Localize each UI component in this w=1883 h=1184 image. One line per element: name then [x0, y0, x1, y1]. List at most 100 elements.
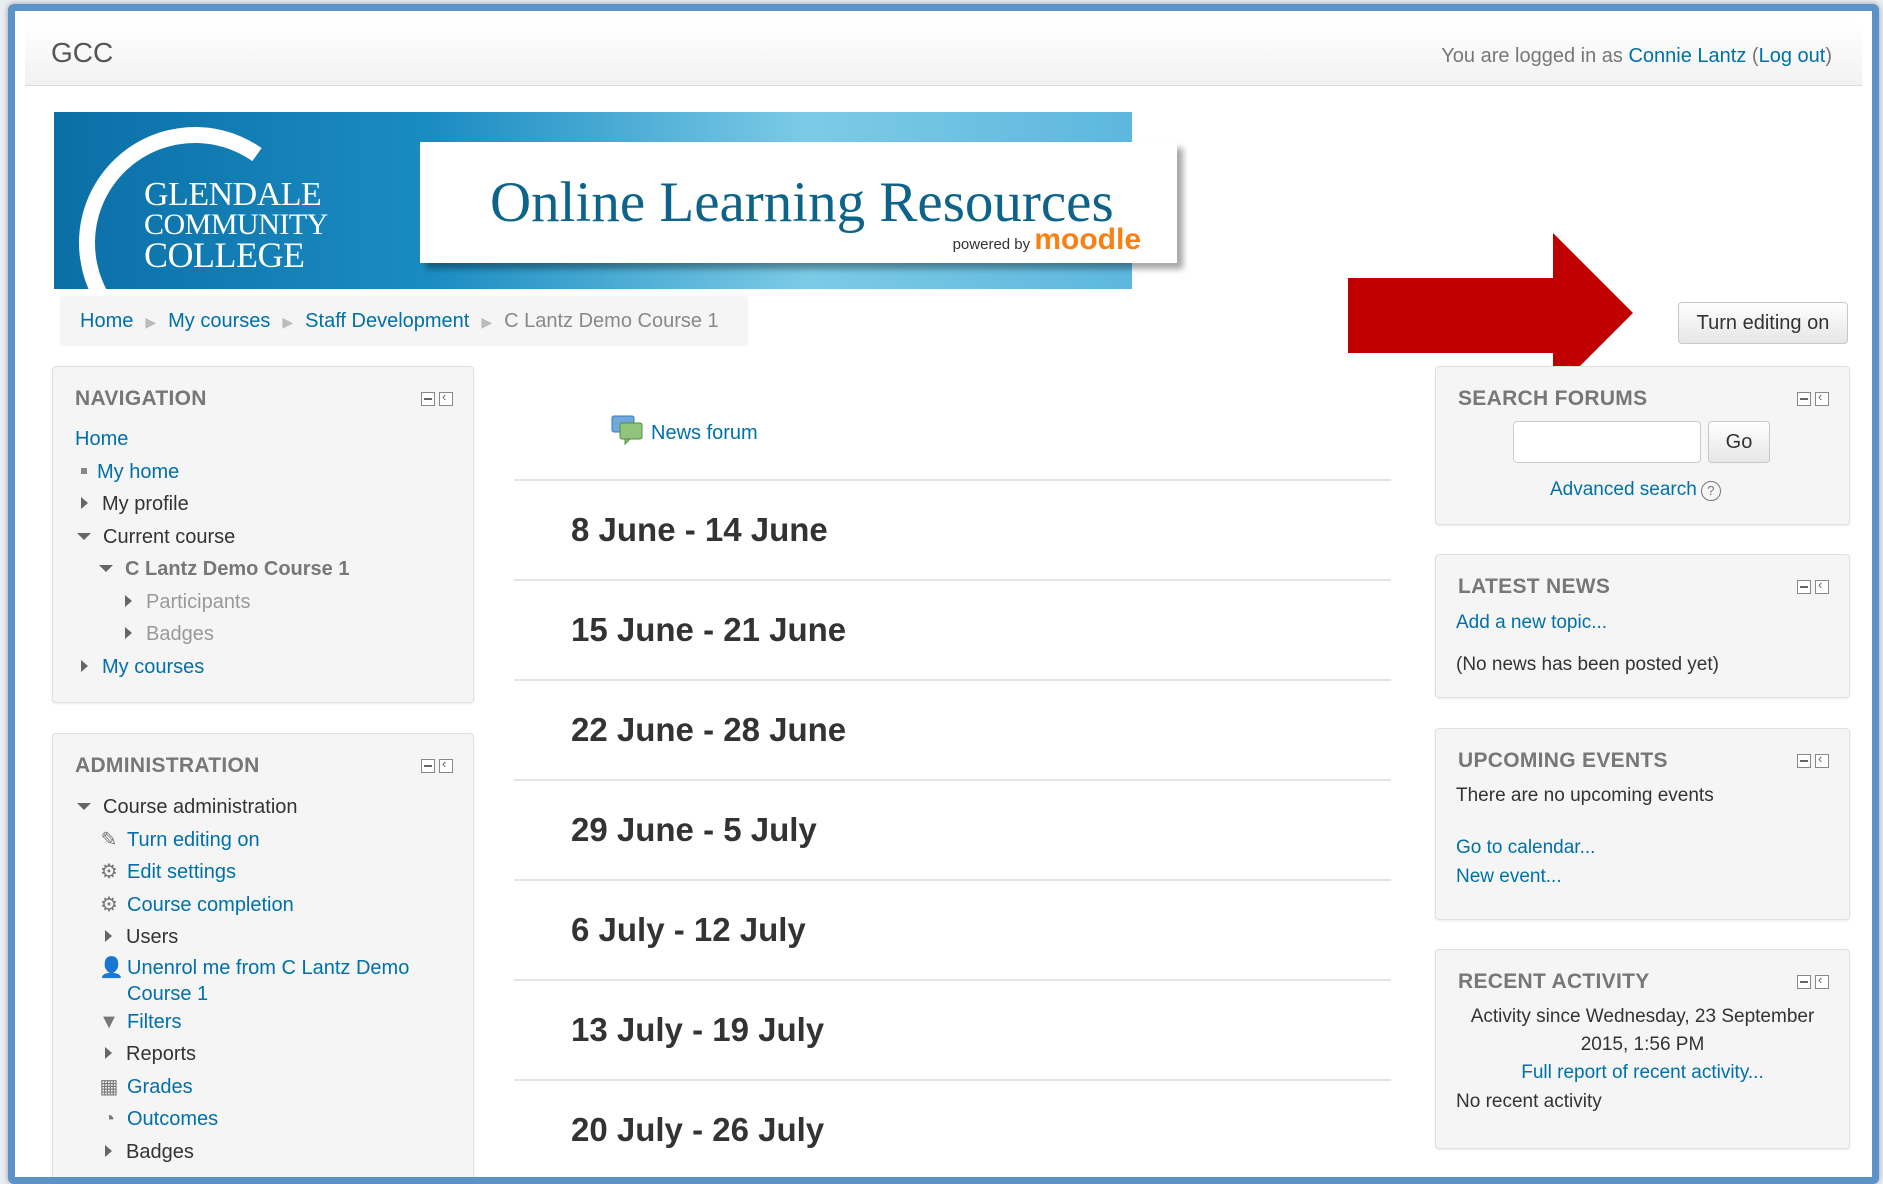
search-go-button[interactable]: Go — [1708, 421, 1770, 463]
admin-edit-settings[interactable]: Edit settings — [127, 861, 236, 883]
dock-icon[interactable] — [1815, 751, 1829, 768]
no-news-text: (No news has been posted yet) — [1456, 654, 1719, 675]
administration-tree: Course administration ✎ Turn editing on ⚙… — [75, 792, 409, 1169]
expand-icon[interactable] — [125, 627, 132, 639]
week-section: 13 July - 19 July — [514, 979, 1391, 1081]
week-section: 20 July - 26 July — [514, 1079, 1391, 1177]
user-profile-link[interactable]: Connie Lantz — [1628, 45, 1746, 67]
block-controls — [1793, 751, 1829, 773]
dock-icon[interactable] — [1815, 389, 1829, 406]
collapse-tree-icon[interactable] — [77, 532, 91, 540]
expand-icon[interactable] — [125, 594, 132, 607]
pencil-icon: ✎ — [100, 828, 118, 851]
turn-editing-on-button[interactable]: Turn editing on — [1678, 302, 1848, 344]
breadcrumb-home[interactable]: Home — [80, 310, 133, 332]
help-icon[interactable]: ? — [1700, 481, 1721, 501]
collapse-icon[interactable] — [1797, 392, 1811, 406]
week-section: 15 June - 21 June — [514, 579, 1391, 681]
admin-course-completion[interactable]: Course completion — [127, 894, 294, 916]
admin-unenrol-line-1[interactable]: Unenrol me from C Lantz Demo — [127, 957, 409, 979]
search-forums-block: SEARCH FORUMS Go Advanced search? — [1435, 366, 1850, 525]
no-events-text: There are no upcoming events — [1456, 785, 1714, 806]
block-controls — [1793, 577, 1829, 599]
week-title: 13 July - 19 July — [571, 1011, 825, 1048]
collapse-icon[interactable] — [1797, 975, 1811, 989]
search-forums-input[interactable] — [1513, 421, 1701, 463]
dock-icon[interactable] — [439, 756, 453, 773]
breadcrumb-staff-development[interactable]: Staff Development — [305, 310, 469, 332]
dock-icon[interactable] — [439, 389, 453, 406]
week-title: 6 July - 12 July — [571, 911, 806, 948]
logout-link[interactable]: Log out — [1759, 45, 1826, 67]
paren-close: ) — [1825, 45, 1832, 67]
dock-icon[interactable] — [1815, 972, 1829, 989]
site-brand[interactable]: GCC — [51, 37, 113, 69]
new-event-link[interactable]: New event... — [1456, 866, 1562, 888]
college-line-3: COLLEGE — [144, 235, 305, 275]
admin-outcomes[interactable]: Outcomes — [127, 1108, 218, 1130]
top-navbar: GCC You are logged in as Connie Lantz (L… — [25, 21, 1862, 86]
collapse-tree-icon[interactable] — [77, 803, 91, 810]
outcomes-icon: ◔ — [102, 1108, 116, 1130]
login-prefix: You are logged in as — [1441, 45, 1623, 67]
advanced-search-row: Advanced search? — [1550, 479, 1721, 501]
activity-since-line-1: Activity since Wednesday, 23 September — [1470, 1006, 1815, 1027]
block-controls — [1793, 972, 1829, 994]
news-forum-item[interactable]: News forum — [611, 415, 758, 445]
collapse-icon[interactable] — [1797, 580, 1811, 594]
admin-grades[interactable]: Grades — [127, 1076, 193, 1098]
banner-title-card: Online Learning Resources powered by moo… — [420, 142, 1177, 263]
week-title: 8 June - 14 June — [571, 511, 828, 548]
week-section: 8 June - 14 June — [514, 479, 1391, 581]
admin-users[interactable]: Users — [126, 926, 178, 948]
login-info: You are logged in as Connie Lantz (Log o… — [1441, 45, 1832, 68]
full-report-link[interactable]: Full report of recent activity... — [1521, 1062, 1764, 1083]
full-report-row: Full report of recent activity... — [1436, 1062, 1849, 1084]
nav-badges[interactable]: Badges — [146, 623, 214, 645]
forum-icon — [611, 415, 643, 445]
breadcrumb-my-courses[interactable]: My courses — [168, 310, 270, 332]
admin-reports[interactable]: Reports — [126, 1043, 196, 1065]
expand-icon[interactable] — [81, 497, 88, 509]
admin-badges[interactable]: Badges — [126, 1141, 194, 1163]
admin-unenrol-line-2[interactable]: Course 1 — [127, 983, 208, 1005]
week-title: 29 June - 5 July — [571, 811, 817, 848]
nav-course-name[interactable]: C Lantz Demo Course 1 — [125, 558, 349, 580]
block-controls — [417, 756, 453, 778]
collapse-icon[interactable] — [421, 392, 435, 406]
upcoming-events-block: UPCOMING EVENTS There are no upcoming ev… — [1435, 728, 1850, 920]
collapse-tree-icon[interactable] — [99, 565, 113, 572]
block-title: LATEST NEWS — [1458, 575, 1611, 598]
user-icon: 👤 — [99, 956, 124, 979]
nav-my-courses[interactable]: My courses — [102, 656, 204, 678]
block-title: UPCOMING EVENTS — [1458, 749, 1668, 772]
collapse-icon[interactable] — [1797, 754, 1811, 768]
advanced-search-link[interactable]: Advanced search — [1550, 479, 1697, 500]
nav-participants[interactable]: Participants — [146, 591, 251, 613]
news-forum-link[interactable]: News forum — [651, 422, 758, 444]
expand-icon[interactable] — [105, 1144, 112, 1157]
admin-filters[interactable]: Filters — [127, 1011, 181, 1033]
breadcrumb-separator: ▶ — [481, 314, 493, 330]
expand-icon[interactable] — [105, 1047, 112, 1059]
powered-by-text: powered by — [952, 236, 1031, 253]
breadcrumb-separator: ▶ — [282, 314, 294, 330]
admin-course-administration[interactable]: Course administration — [103, 796, 298, 818]
powered-by-moodle: powered by moodle — [953, 223, 1141, 257]
add-topic-link[interactable]: Add a new topic... — [1456, 612, 1607, 634]
block-controls — [417, 389, 453, 411]
expand-icon[interactable] — [105, 930, 112, 942]
nav-current-course[interactable]: Current course — [103, 526, 235, 548]
expand-icon[interactable] — [81, 659, 88, 672]
go-to-calendar-link[interactable]: Go to calendar... — [1456, 837, 1595, 859]
nav-my-profile[interactable]: My profile — [102, 493, 189, 515]
admin-turn-editing-on[interactable]: Turn editing on — [127, 829, 260, 851]
nav-my-home[interactable]: My home — [97, 461, 179, 483]
gear-icon: ⚙ — [100, 861, 118, 883]
administration-block: ADMINISTRATION Course administration ✎ Tu… — [52, 733, 474, 1177]
block-title: ADMINISTRATION — [75, 754, 260, 777]
nav-home[interactable]: Home — [75, 428, 128, 450]
collapse-icon[interactable] — [421, 759, 435, 773]
dock-icon[interactable] — [1815, 577, 1829, 594]
block-title: NAVIGATION — [75, 387, 207, 410]
